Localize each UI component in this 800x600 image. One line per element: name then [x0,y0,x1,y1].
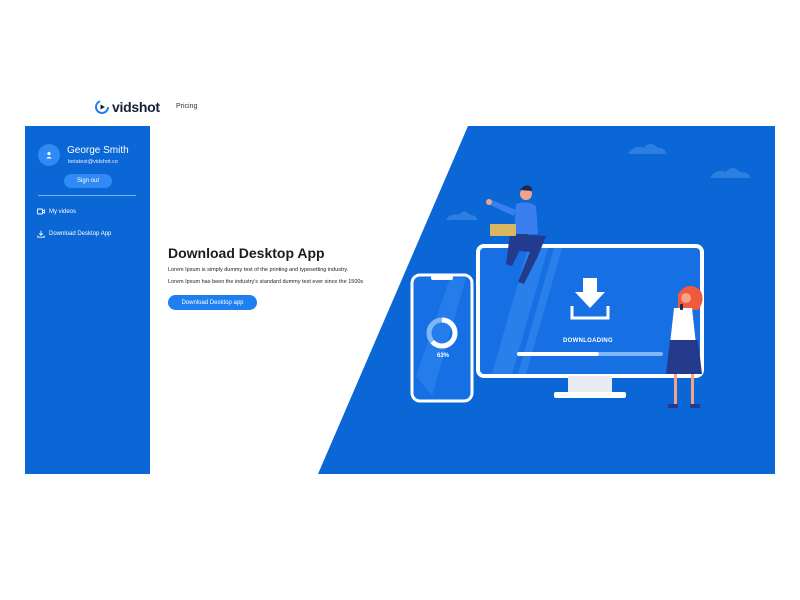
nav-pricing-link[interactable]: Pricing [176,103,197,110]
brand-name: vidshot [112,99,160,115]
top-nav: vidshot Pricing [0,0,800,126]
monitor-status-text: DOWNLOADING [563,338,613,344]
user-icon [46,152,52,159]
sign-out-button[interactable]: Sign out [64,174,112,188]
video-icon [37,208,45,215]
vidshot-logo-icon [95,100,109,114]
download-illustration [410,185,704,408]
sidebar-item-download-desktop-app[interactable]: Download Desktop App [37,230,111,238]
brand-logo[interactable]: vidshot [95,99,160,115]
sidebar: George Smith betatest@vidshot.co Sign ou… [25,126,150,474]
avatar[interactable] [38,144,60,166]
sidebar-item-label: Download Desktop App [49,231,112,237]
hero-section: Download Desktop App Lorem Ipsum is simp… [150,126,775,474]
user-name: George Smith [67,145,129,156]
sidebar-item-label: My videos [49,208,77,215]
sidebar-item-my-videos[interactable]: My videos [37,208,76,215]
phone-progress-text: 63% [437,353,450,359]
download-icon [37,230,45,238]
sidebar-divider [38,195,136,196]
phone-illustration [410,273,474,403]
monitor-illustration [476,244,704,398]
user-email: betatest@vidshot.co [68,159,118,165]
